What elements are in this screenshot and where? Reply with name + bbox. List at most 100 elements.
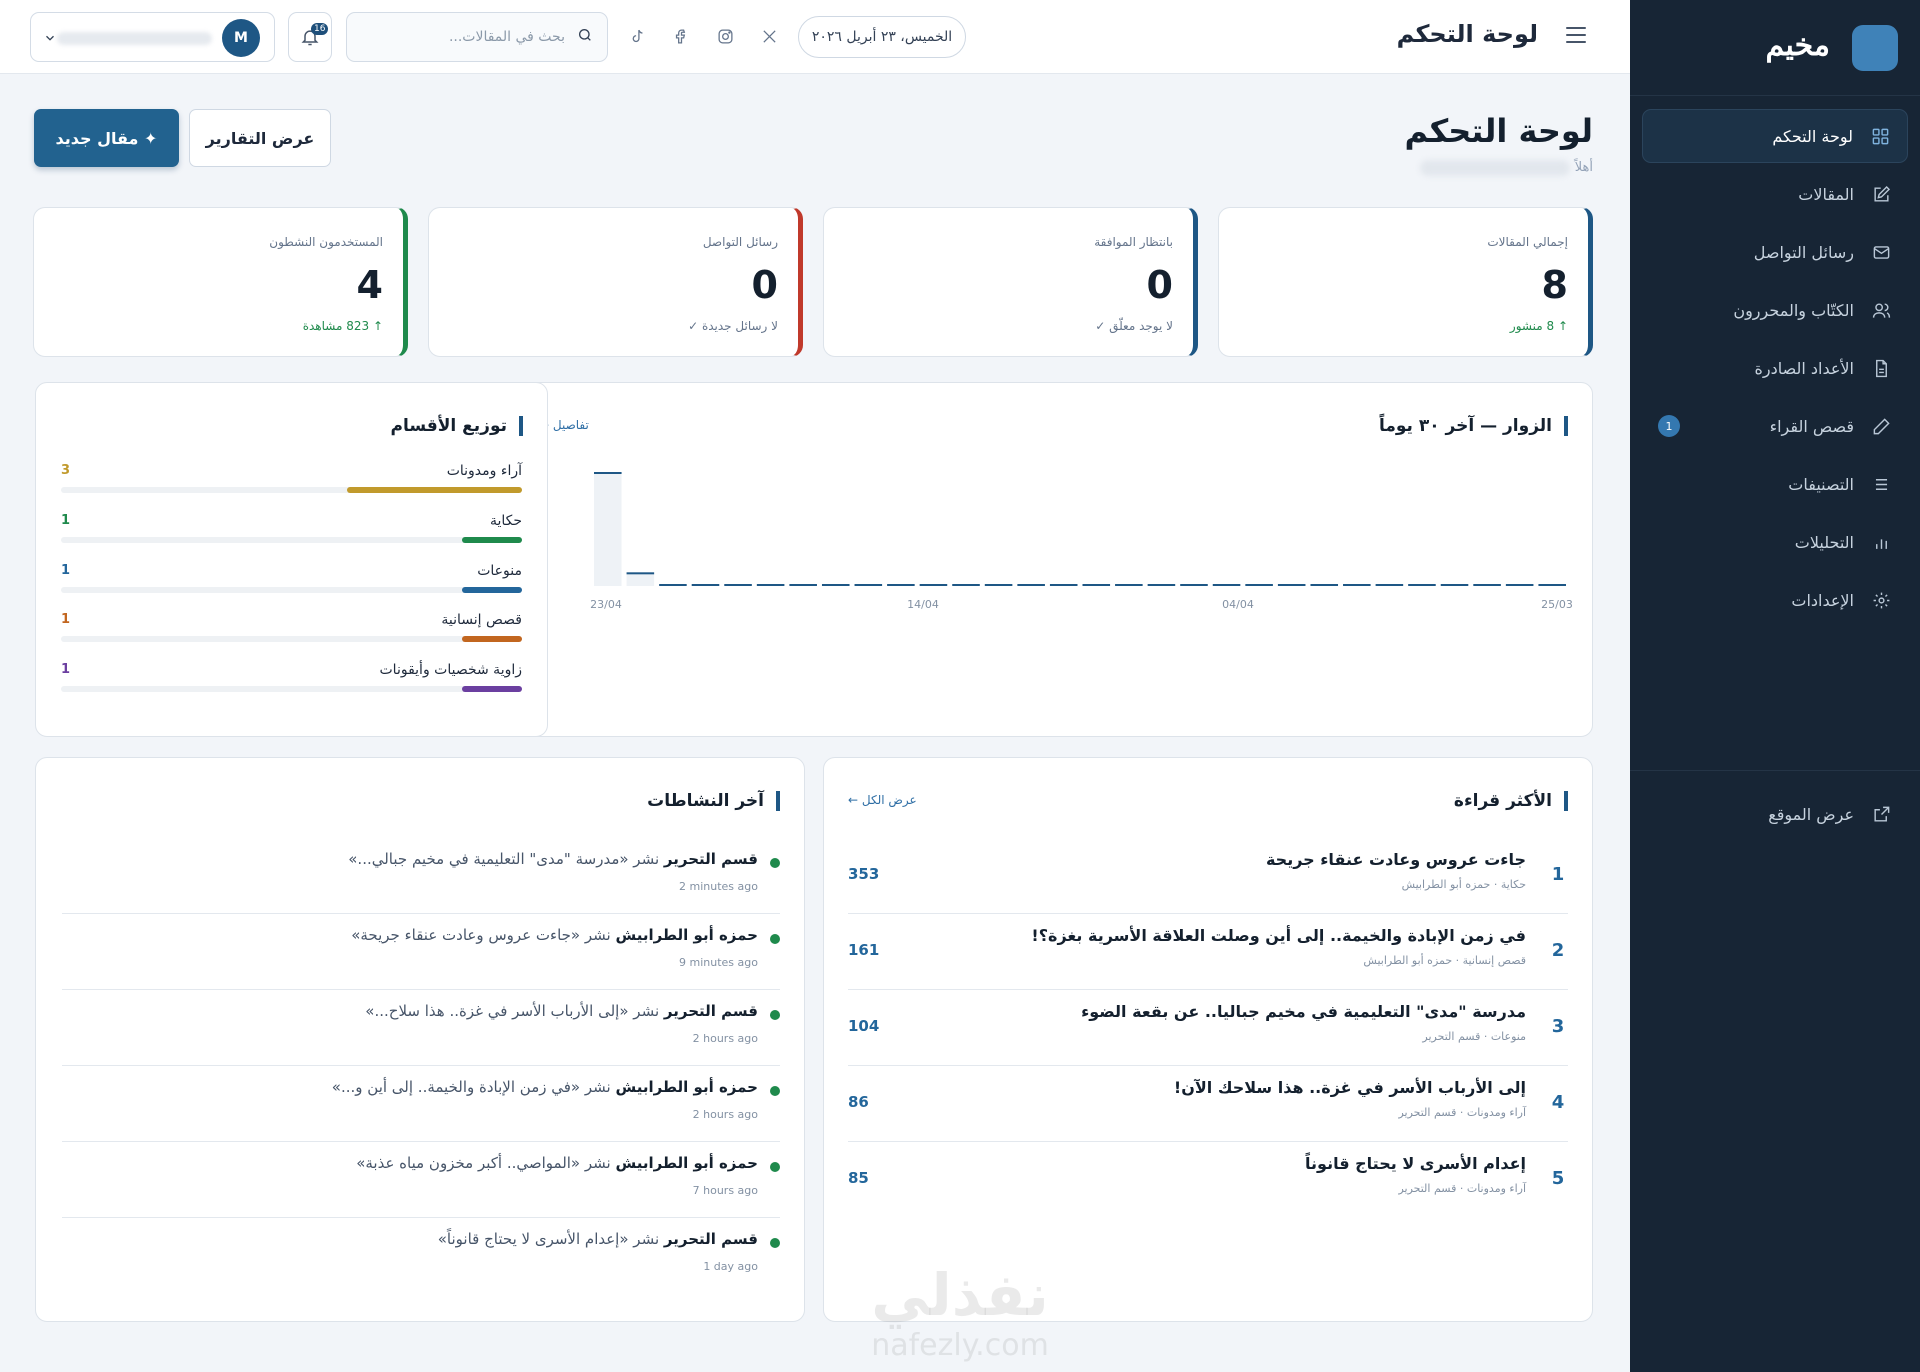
category-fill — [346, 487, 522, 493]
status-dot — [770, 934, 780, 944]
sidebar-nav: لوحة التحكم المقالات رسائل التواصل الكتّ… — [1642, 109, 1908, 631]
category-track — [61, 587, 522, 593]
sidebar-item-messages[interactable]: رسائل التواصل — [1642, 225, 1908, 279]
watermark: نفذلي nafezly.com — [850, 1262, 1070, 1363]
most-read-view-all-link[interactable]: عرض الكل ← — [848, 793, 917, 807]
search-input[interactable] — [361, 29, 565, 45]
status-dot — [770, 1010, 780, 1020]
most-read-item[interactable]: 2 في زمن الإبادة والخيمة.. إلى أين وصلت … — [848, 914, 1568, 990]
sidebar-item-dashboard[interactable]: لوحة التحكم — [1642, 109, 1908, 163]
most-read-item[interactable]: 4 إلى الأرباب الأسر في غزة.. هذا سلاحك ا… — [848, 1066, 1568, 1142]
activity-text: حمزه أبو الطرابيش نشر «جاءت عروس وعادت ع… — [351, 926, 758, 944]
activity-text: قسم التحرير نشر «مدرسة "مدى" التعليمية ف… — [348, 850, 758, 868]
facebook-icon[interactable] — [669, 24, 693, 48]
notifications-button[interactable]: 16 — [288, 12, 332, 62]
sidebar-brand: مخيم — [1630, 0, 1920, 96]
view-site-link[interactable]: عرض الموقع — [1642, 787, 1908, 841]
stat-sub: لا رسائل جديدة ✓ — [688, 319, 778, 333]
greeting: أهلاً — [1574, 160, 1593, 175]
user-menu[interactable]: M — [30, 12, 275, 62]
sidebar-item-writers[interactable]: الكتّاب والمحررون — [1642, 283, 1908, 337]
sidebar-item-settings[interactable]: الإعدادات — [1642, 573, 1908, 627]
chart-bar — [1115, 584, 1143, 586]
view-count: 161 — [848, 941, 880, 959]
chart-bar — [1440, 584, 1469, 586]
sidebar-item-label: الأعداد الصادرة — [1754, 358, 1854, 378]
sidebar-item-articles[interactable]: المقالات — [1642, 167, 1908, 221]
category-track — [61, 636, 522, 642]
chart-bar — [1310, 584, 1339, 586]
stat-label: رسائل التواصل — [702, 235, 778, 249]
edit-icon — [1870, 183, 1892, 205]
stat-value: 0 — [1146, 263, 1173, 307]
activity-time: 2 hours ago — [692, 1032, 758, 1045]
status-dot — [770, 858, 780, 868]
chart-bar — [1408, 584, 1436, 586]
topbar: لوحة التحكم الخميس، ٢٣ أبريل ٢٠٢٦ 16 M — [0, 0, 1630, 74]
menu-toggle-icon[interactable] — [1562, 22, 1590, 50]
most-read-item[interactable]: 3 مدرسة "مدى" التعليمية في مخيم جباليا..… — [848, 990, 1568, 1066]
view-reports-button[interactable]: عرض التقارير — [189, 109, 331, 167]
file-icon — [1870, 357, 1892, 379]
instagram-icon[interactable] — [713, 24, 737, 48]
category-name: زاوية شخصيات وأيقونات — [379, 662, 523, 678]
view-count: 86 — [848, 1093, 869, 1111]
category-row: منوعات 1 — [61, 563, 522, 599]
sidebar-item-categories[interactable]: التصنيفات — [1642, 457, 1908, 511]
rank: 2 — [1551, 940, 1565, 961]
activity-time: 1 day ago — [703, 1260, 758, 1273]
chart-bar — [1180, 584, 1208, 586]
chart-bar — [626, 572, 655, 586]
status-dot — [770, 1162, 780, 1172]
new-article-button[interactable]: ✦ مقال جديد — [34, 109, 179, 167]
sidebar-divider — [1630, 770, 1920, 771]
stat-card-active-users: المستخدمون النشطون 4 ↑ 823 مشاهدة — [33, 207, 408, 357]
visitors-title: الزوار — آخر ٣٠ يوماً — [1379, 416, 1568, 436]
chart-bar — [919, 584, 948, 586]
activity-time: 9 minutes ago — [679, 956, 758, 969]
sidebar-item-analytics[interactable]: التحليلات — [1642, 515, 1908, 569]
grid-icon — [1869, 125, 1891, 147]
category-count: 1 — [61, 612, 71, 627]
mail-icon — [1870, 241, 1892, 263]
article-title: في زمن الإبادة والخيمة.. إلى أين وصلت ال… — [1031, 926, 1526, 945]
chart-bar — [1473, 584, 1501, 586]
external-link-icon — [1870, 803, 1892, 825]
stat-value: 0 — [751, 263, 778, 307]
users-icon — [1870, 299, 1892, 321]
chart-bar-cap — [626, 572, 655, 575]
sidebar: مخيم لوحة التحكم المقالات رسائل التواصل … — [1630, 0, 1920, 1372]
category-name: منوعات — [477, 563, 522, 579]
chart-tick-label: 23/04 — [590, 598, 622, 611]
most-read-item[interactable]: 1 جاءت عروس وعادت عنقاء جريحة حكاية · حم… — [848, 838, 1568, 914]
chevron-down-icon — [43, 30, 57, 44]
category-count: 1 — [61, 563, 71, 578]
article-meta: آراء ومدونات · قسم التحرير — [1398, 1182, 1526, 1195]
stat-sub: لا يوجد معلّق ✓ — [1095, 319, 1173, 333]
activity-action: نشر «جاءت عروس وعادت عنقاء جريحة» — [351, 926, 611, 944]
tiktok-icon[interactable] — [625, 24, 649, 48]
sidebar-item-label: قصص القراء — [1769, 416, 1854, 436]
article-title: إعدام الأسرى لا يحتاج قانوناً — [1305, 1154, 1526, 1173]
sidebar-item-label: لوحة التحكم — [1772, 126, 1853, 146]
stat-card-pending: بانتظار الموافقة 0 لا يوجد معلّق ✓ — [823, 207, 1198, 357]
stat-card-total-articles: إجمالي المقالات 8 ↑ 8 منشور — [1218, 207, 1593, 357]
x-icon[interactable] — [757, 24, 781, 48]
category-fill — [462, 587, 522, 593]
activity-title: آخر النشاطات — [647, 791, 780, 811]
view-count: 104 — [848, 1017, 880, 1035]
view-count: 85 — [848, 1169, 869, 1187]
category-count: 1 — [61, 662, 71, 677]
category-count: 1 — [61, 513, 71, 528]
sidebar-item-reader-stories[interactable]: قصص القراء 1 — [1642, 399, 1908, 453]
logo-icon[interactable] — [1852, 25, 1898, 71]
article-title: جاءت عروس وعادت عنقاء جريحة — [1265, 850, 1526, 869]
status-dot — [770, 1238, 780, 1248]
chart-bar — [594, 472, 622, 586]
activity-item: حمزه أبو الطرابيش نشر «جاءت عروس وعادت ع… — [62, 914, 780, 990]
category-fill — [462, 686, 522, 692]
visitors-chart: 25/03 04/04 14/04 23/04 — [590, 472, 1573, 611]
article-meta: قصص إنسانية · حمزه أبو الطرابيش — [1363, 954, 1526, 967]
most-read-item[interactable]: 5 إعدام الأسرى لا يحتاج قانوناً آراء ومد… — [848, 1142, 1568, 1218]
sidebar-item-issues[interactable]: الأعداد الصادرة — [1642, 341, 1908, 395]
